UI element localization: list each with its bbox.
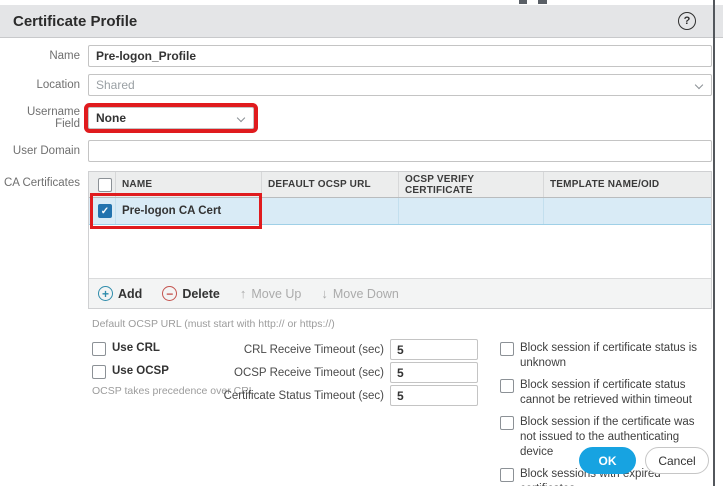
use-crl-label: Use CRL [112,342,160,354]
ca-certificates-label: CA Certificates [3,177,80,189]
user-domain-label: User Domain [12,145,80,157]
cell-name: Pre-logon CA Cert [115,198,261,224]
row-checkbox[interactable]: ✓ [98,204,112,218]
crl-receive-timeout-label: CRL Receive Timeout (sec) [243,343,384,356]
move-up-label: Move Up [251,286,302,301]
delete-icon: − [162,286,178,301]
dialog-footer: OK Cancel [579,447,709,474]
crl-receive-timeout-input[interactable] [390,339,478,360]
crl-receive-timeout-row: CRL Receive Timeout (sec) [180,339,478,360]
certificate-status-timeout-row: Certificate Status Timeout (sec) [180,385,478,406]
add-icon: + [98,286,113,301]
dialog-title: Certificate Profile [13,12,138,30]
name-label: Name [49,50,80,62]
block-status-unknown-label: Block session if certificate status is u… [520,342,698,369]
block-status-unknown-checkbox[interactable] [500,342,514,356]
use-crl-checkbox[interactable] [92,342,106,356]
name-row: Name [0,45,712,67]
ocsp-receive-timeout-input[interactable] [390,362,478,383]
delete-label: Delete [182,286,220,301]
delete-button[interactable]: − Delete [162,286,220,301]
cropped-background-text [519,0,527,4]
username-field-value: None [96,111,126,125]
certificate-status-timeout-input[interactable] [390,385,478,406]
ocsp-receive-timeout-row: OCSP Receive Timeout (sec) [180,362,478,383]
chevron-down-icon [694,80,704,90]
certificate-status-timeout-label: Certificate Status Timeout (sec) [223,389,384,402]
column-header-default-ocsp-url[interactable]: DEFAULT OCSP URL [261,172,398,197]
table-header: NAME DEFAULT OCSP URL OCSP VERIFY CERTIF… [89,172,711,198]
options-section: Use CRL Use OCSP OCSP takes precedence o… [0,332,712,486]
block-expired-checkbox[interactable] [500,467,514,482]
name-input[interactable] [88,45,712,67]
ocsp-receive-timeout-label: OCSP Receive Timeout (sec) [234,366,384,379]
dialog-titlebar: Certificate Profile ? [0,5,723,38]
table-body: ✓ Pre-logon CA Cert [89,198,711,278]
add-button[interactable]: + Add [98,286,142,301]
table-toolbar: + Add − Delete ↑ Move Up ↓ Move Down [89,278,711,308]
block-not-issued-checkbox[interactable] [500,415,514,430]
block-status-unknown-row[interactable]: Block session if certificate status is u… [500,341,708,371]
cell-default-ocsp-url [261,198,398,224]
block-status-not-retrieved-checkbox[interactable] [500,378,514,393]
help-icon[interactable]: ? [678,12,696,30]
select-all-checkbox[interactable] [98,177,112,192]
cropped-background-text [538,0,547,4]
location-select: Shared [88,74,712,96]
location-row: Location Shared [0,74,712,96]
username-field-row: Username Field None [0,106,712,130]
user-domain-input[interactable] [88,140,712,162]
cancel-button[interactable]: Cancel [645,447,709,474]
cell-template-name-oid [543,198,711,224]
move-down-button[interactable]: ↓ Move Down [321,286,399,301]
chevron-down-icon [236,113,246,123]
arrow-up-icon: ↑ [239,286,247,301]
move-up-button[interactable]: ↑ Move Up [240,286,302,301]
move-down-label: Move Down [332,286,399,301]
use-crl-checkbox-row[interactable]: Use CRL [92,341,160,356]
column-header-ocsp-verify-certificate[interactable]: OCSP VERIFY CERTIFICATE [398,172,543,197]
block-status-not-retrieved-label: Block session if certificate status cann… [520,378,692,406]
location-value: Shared [96,78,135,92]
username-field-select[interactable]: None [88,107,254,129]
default-ocsp-url-note: Default OCSP URL (must start with http:/… [92,318,335,330]
ca-certificates-row: CA Certificates NAME DEFAULT OCSP URL OC… [0,171,712,309]
block-status-not-retrieved-row[interactable]: Block session if certificate status cann… [500,378,708,408]
ok-button[interactable]: OK [579,447,636,474]
arrow-down-icon: ↓ [321,286,328,301]
certificate-profile-dialog: Certificate Profile ? Name Location Shar… [0,0,723,486]
column-header-name[interactable]: NAME [115,172,261,197]
username-field-label: Username Field [26,106,80,130]
use-ocsp-checkbox[interactable] [92,365,106,379]
cell-ocsp-verify-certificate [398,198,543,224]
form-area: Name Location Shared Username Field None [0,45,723,486]
dialog-right-border [713,0,715,486]
location-label: Location [36,79,80,91]
add-label: Add [118,286,143,301]
use-ocsp-checkbox-row[interactable]: Use OCSP [92,364,169,379]
use-ocsp-label: Use OCSP [112,365,169,377]
ca-certificates-table: NAME DEFAULT OCSP URL OCSP VERIFY CERTIF… [88,171,712,309]
column-header-template-name-oid[interactable]: TEMPLATE NAME/OID [543,172,711,197]
user-domain-row: User Domain [0,140,712,162]
table-row[interactable]: ✓ Pre-logon CA Cert [89,198,711,225]
